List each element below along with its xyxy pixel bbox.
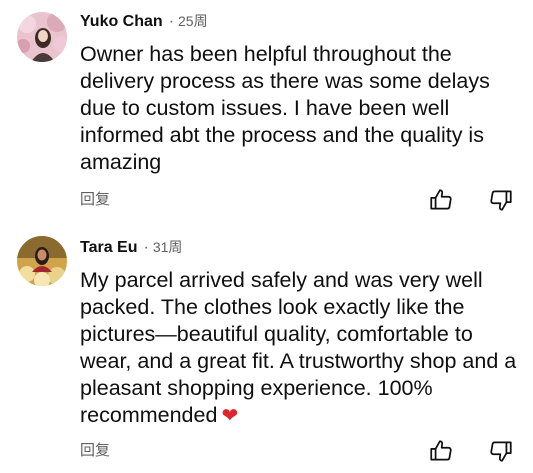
dislike-button[interactable]: [488, 187, 514, 213]
comment-text: My parcel arrived safely and was very we…: [80, 267, 520, 430]
thumbs-down-icon: [490, 441, 512, 462]
heart-emoji-icon: ❤: [221, 405, 239, 427]
timestamp: 31周: [152, 239, 183, 255]
like-button[interactable]: [428, 438, 454, 464]
reply-button[interactable]: 回复: [80, 442, 110, 460]
avatar[interactable]: [17, 12, 67, 62]
author-name[interactable]: Yuko Chan: [80, 13, 163, 30]
comment-item: Tara Eu · 31周 My parcel arrived safely and…: [0, 230, 533, 473]
separator-dot: ·: [143, 239, 149, 256]
comment-item: Yuko Chan · 25周 Owner has been helpful thr…: [0, 0, 533, 230]
dislike-button[interactable]: [488, 438, 514, 464]
comment-header: Yuko Chan · 25周: [80, 11, 208, 32]
like-button[interactable]: [428, 187, 454, 213]
comment-text: Owner has been helpful throughout the de…: [80, 42, 490, 174]
thumbs-down-icon: [490, 190, 512, 211]
author-name[interactable]: Tara Eu: [80, 239, 138, 256]
thumbs-up-icon: [430, 440, 452, 461]
avatar[interactable]: [17, 236, 67, 286]
user-avatar-icon: [17, 236, 67, 286]
comment-header: Tara Eu · 31周: [80, 237, 182, 258]
timestamp: 25周: [178, 13, 208, 29]
comment-text-content: My parcel arrived safely and was very we…: [80, 268, 517, 427]
user-avatar-icon: [17, 12, 67, 62]
reply-button[interactable]: 回复: [80, 191, 110, 209]
thumbs-up-icon: [430, 189, 452, 210]
separator-dot: ·: [168, 13, 175, 30]
